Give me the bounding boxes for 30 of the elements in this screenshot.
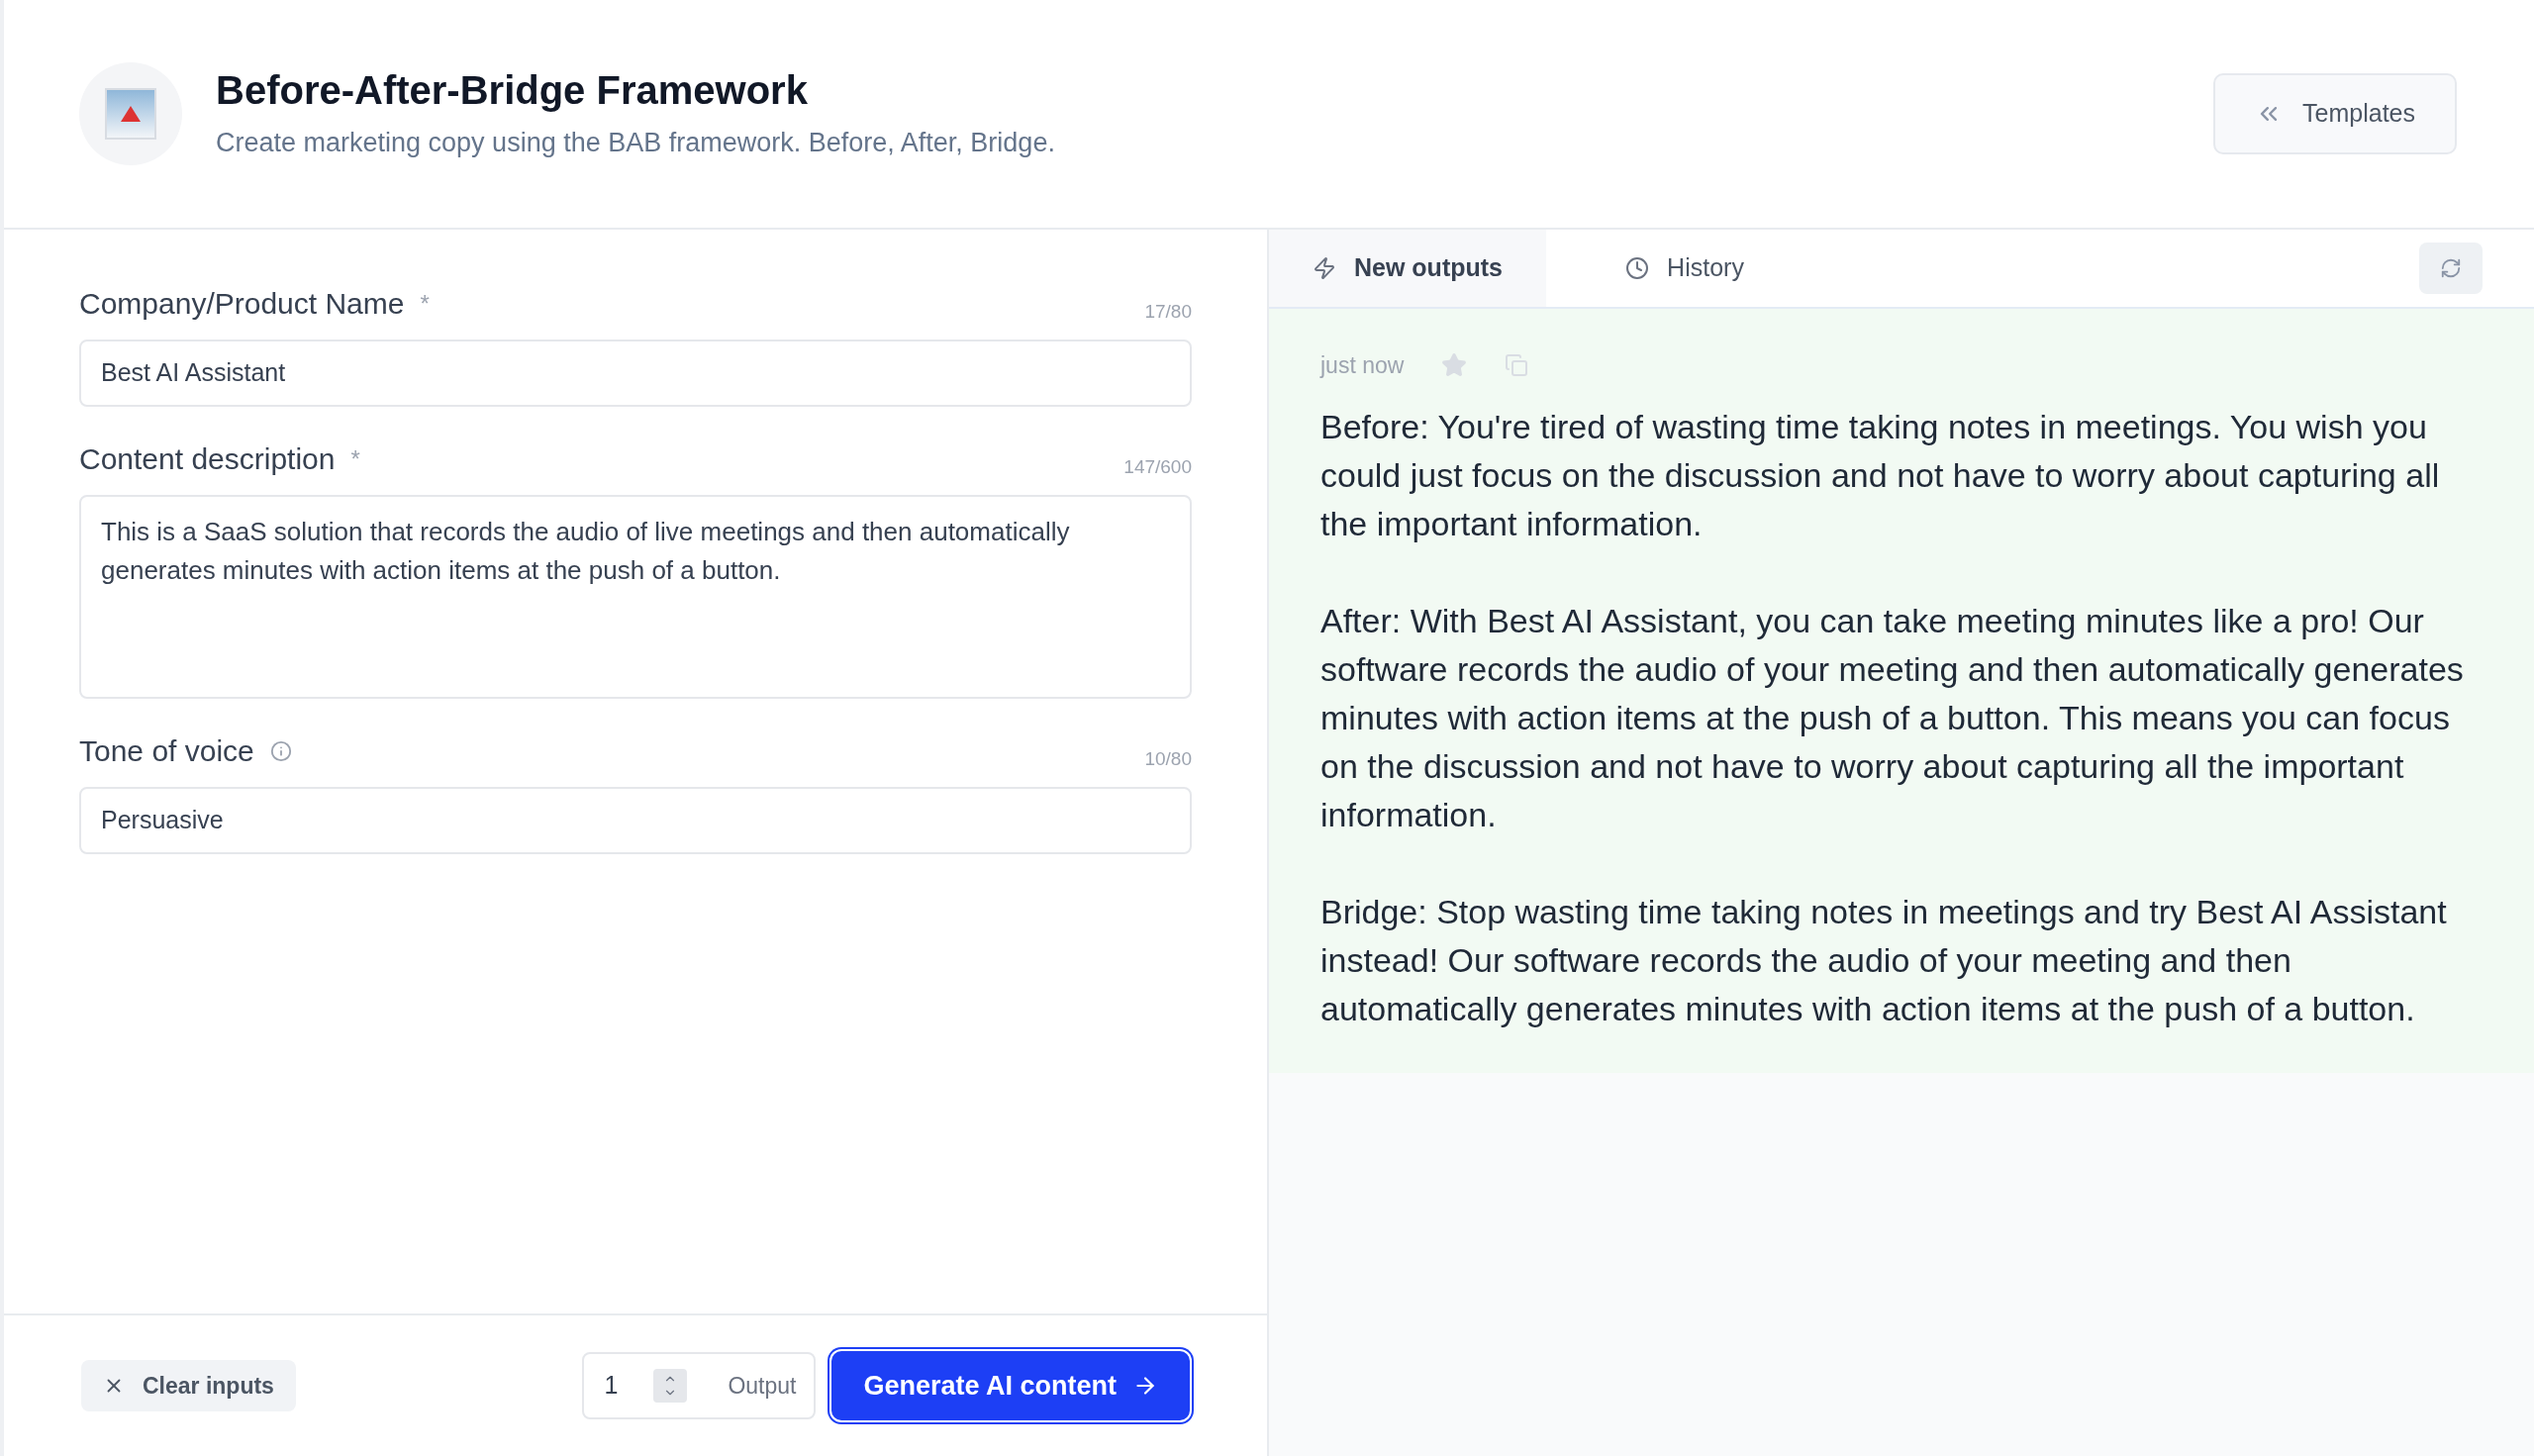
character-counter: 17/80 (1144, 299, 1192, 324)
character-counter: 147/600 (1123, 454, 1192, 479)
output-tab[interactable]: New outputs (1269, 230, 1546, 307)
page-subtitle: Create marketing copy using the BAB framework. Before, After, Bridge. (216, 126, 1055, 159)
output-count-value: 1 (604, 1370, 619, 1402)
input-field[interactable]: Best AI Assistant (79, 340, 1192, 407)
required-asterisk: * (420, 288, 430, 319)
required-asterisk: * (350, 443, 360, 474)
info-icon (269, 739, 292, 762)
output-paragraph: Bridge: Stop wasting time taking notes in meetings and try Best AI Assistant instead! Our software records the audio of your meeting and then automatically generates minutes with action items at the push of a button. (1320, 891, 2448, 1029)
templates-button[interactable]: Templates (2213, 73, 2457, 154)
lightning-icon (1313, 256, 1336, 280)
clear-inputs-button[interactable]: Clear inputs (81, 1360, 296, 1411)
output-paragraph: After: With Best AI Assistant, you can take meeting minutes like a pro! Our software records the audio of your meeting and then automatically generates minutes with action items at the push of a button. This means you can focus on the discussion and not have to worry about capturing all the important information. (1320, 600, 2465, 835)
input-field[interactable]: Persuasive (79, 787, 1192, 854)
page-title: Before-After-Bridge Framework (216, 66, 809, 114)
star-icon[interactable] (1441, 352, 1468, 379)
character-counter: 10/80 (1144, 746, 1192, 771)
field-label: Tone of voice (79, 733, 254, 769)
output-paragraph: Before: You're tired of wasting time taking notes in meetings. You wish you could just focus on the discussion and not have to worry about capturing all the important information. (1320, 406, 2441, 544)
output-time: just now (1320, 351, 1405, 380)
output-label: Output (728, 1371, 797, 1401)
output-count-field[interactable]: 1 Output (582, 1352, 817, 1419)
field-label: Company/Product Name (79, 286, 405, 322)
refresh-button[interactable] (2419, 243, 2483, 294)
refresh-icon (2440, 257, 2462, 279)
clock-icon (1625, 256, 1650, 280)
stepper-icon[interactable] (653, 1369, 688, 1403)
field-label: Content description (79, 441, 336, 477)
description-field[interactable]: This is a SaaS solution that records the audio of live meetings and then automatically generates minutes with action items at the push of a button. (79, 495, 1192, 699)
